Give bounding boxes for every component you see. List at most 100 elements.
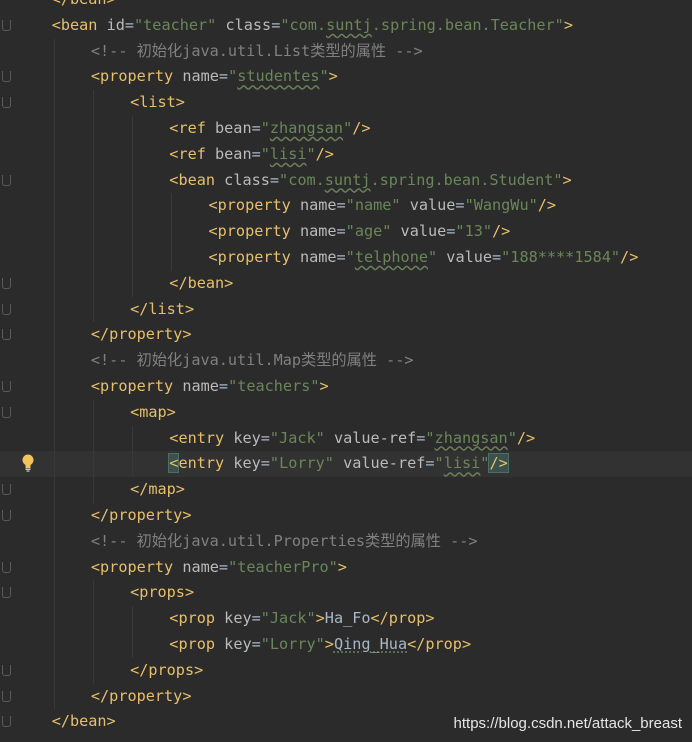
code-line[interactable]: <property name="age" value="13"/> [0, 219, 692, 245]
fold-icon[interactable] [2, 509, 11, 521]
code-text[interactable]: </props> [130, 658, 203, 684]
fold-icon[interactable] [2, 587, 11, 599]
fold-icon[interactable] [2, 561, 11, 573]
fold-icon[interactable] [2, 716, 11, 728]
code-text[interactable]: <map> [130, 400, 176, 426]
fold-icon[interactable] [2, 71, 11, 83]
code-line[interactable]: <property name="teacherPro"> [0, 554, 692, 581]
code-text[interactable]: <ref bean="lisi"/> [169, 142, 334, 168]
code-line[interactable]: </property> [0, 502, 692, 529]
code-line[interactable]: <property name="teachers"> [0, 373, 692, 400]
fold-icon[interactable] [2, 19, 11, 31]
fold-icon[interactable] [2, 484, 11, 496]
code-line[interactable]: <ref bean="lisi"/> [0, 141, 692, 168]
code-token: " [343, 118, 353, 137]
code-line[interactable]: <!-- 初始化java.util.Properties类型的属性 --> [0, 528, 692, 555]
code-text[interactable]: <bean class="com.suntj.spring.bean.Stude… [169, 168, 571, 194]
code-line[interactable]: </bean> [0, 270, 692, 297]
code-token: = [218, 67, 229, 86]
fold-icon[interactable] [2, 329, 11, 341]
lightbulb-icon[interactable] [22, 454, 34, 473]
fold-icon[interactable] [2, 406, 11, 418]
code-line[interactable]: <prop key="Jack">Ha_Fo</prop> [0, 606, 692, 632]
code-token: " [425, 428, 435, 447]
code-token: name [182, 376, 219, 395]
fold-icon[interactable] [2, 97, 11, 109]
code-line[interactable]: <property name="telphone" value="188****… [0, 244, 692, 271]
fold-icon[interactable] [2, 174, 11, 186]
fold-icon[interactable] [2, 664, 11, 676]
code-line[interactable]: <prop key="Lorry">Qing_Hua</prop> [0, 631, 692, 658]
code-token: Ha_Fo [324, 609, 371, 628]
code-token: > [328, 67, 338, 86]
code-text[interactable]: <property name="name" value="WangWu"/> [209, 193, 557, 219]
code-text[interactable]: <property name="age" value="13"/> [209, 219, 511, 245]
code-text[interactable]: </bean> [169, 271, 233, 297]
code-text[interactable]: <entry key="Lorry" value-ref="lisi"/> [168, 451, 509, 477]
indent-guide [53, 657, 55, 684]
code-editor[interactable]: </bean><bean id="teacher" class="com.sun… [0, 0, 692, 742]
code-text[interactable]: </property> [91, 503, 192, 529]
code-text[interactable]: <props> [130, 580, 194, 606]
code-line[interactable]: <!-- 初始化java.util.Map类型的属性 --> [0, 348, 692, 374]
code-line[interactable]: <entry key="Jack" value-ref="zhangsan"/> [0, 425, 692, 452]
code-text[interactable]: </property> [91, 684, 192, 710]
code-line[interactable]: <list> [0, 90, 692, 116]
code-token: value [400, 222, 447, 241]
code-line[interactable]: </props> [0, 657, 692, 684]
code-text[interactable]: <prop key="Lorry">Qing_Hua</prop> [169, 632, 471, 658]
code-text[interactable]: <!-- 初始化java.util.Properties类型的属性 --> [91, 529, 478, 555]
code-text[interactable]: <property name="teachers"> [91, 374, 329, 400]
code-text[interactable]: </bean> [52, 709, 116, 735]
code-line[interactable]: <property name="name" value="WangWu"/> [0, 193, 692, 220]
code-token: </map> [130, 480, 185, 499]
code-token: id [106, 15, 125, 34]
code-token: " [427, 247, 438, 266]
code-token: = [269, 170, 280, 189]
code-token: <!-- 初始化java.util.Map类型的属性 --> [90, 351, 414, 370]
code-token: <prop [169, 634, 225, 653]
code-token: key [233, 454, 261, 473]
code-line[interactable]: <bean id="teacher" class="com.suntj.spri… [0, 13, 692, 39]
indent-guide [53, 141, 55, 168]
code-line[interactable]: </property> [0, 683, 692, 710]
code-token: class [224, 170, 270, 189]
code-text[interactable]: </property> [91, 322, 192, 348]
code-line[interactable]: <ref bean="zhangsan"/> [0, 115, 692, 142]
code-text[interactable]: <bean id="teacher" class="com.suntj.spri… [52, 13, 573, 39]
code-text[interactable]: <!-- 初始化java.util.List类型的属性 --> [91, 39, 423, 65]
code-token: "188****1584" [501, 247, 621, 266]
code-token: > [319, 376, 329, 395]
fold-icon[interactable] [2, 303, 11, 315]
code-line[interactable]: <bean class="com.suntj.spring.bean.Stude… [0, 167, 692, 194]
indent-guide [53, 451, 55, 478]
code-text[interactable]: <!-- 初始化java.util.Map类型的属性 --> [91, 348, 414, 374]
code-line[interactable]: <property name="studentes"> [0, 64, 692, 91]
code-text[interactable]: <property name="studentes"> [91, 64, 338, 90]
code-text[interactable]: <property name="telphone" value="188****… [209, 245, 639, 271]
code-line[interactable]: </bean> [0, 0, 692, 13]
code-line[interactable]: <map> [0, 399, 692, 426]
fold-icon[interactable] [2, 690, 11, 702]
code-text[interactable]: </list> [130, 297, 194, 323]
code-text[interactable]: <entry key="Jack" value-ref="zhangsan"/> [169, 426, 535, 452]
code-line[interactable]: </map> [0, 477, 692, 503]
fold-icon[interactable] [2, 277, 11, 289]
fold-icon[interactable] [2, 380, 11, 392]
code-line[interactable]: </list> [0, 296, 692, 323]
code-line[interactable]: <props> [0, 580, 692, 607]
code-token: = [260, 454, 270, 473]
indent-guide [92, 167, 94, 194]
code-line[interactable]: <entry key="Lorry" value-ref="lisi"/> [0, 451, 692, 478]
code-text[interactable]: <prop key="Jack">Ha_Fo</prop> [169, 606, 434, 632]
code-text[interactable]: <property name="teacherPro"> [91, 555, 347, 581]
code-text[interactable]: </map> [130, 477, 185, 503]
code-area[interactable]: </bean><bean id="teacher" class="com.sun… [0, 0, 692, 735]
code-token: "13" [455, 222, 492, 241]
code-line[interactable]: <!-- 初始化java.util.List类型的属性 --> [0, 38, 692, 65]
code-line[interactable]: </property> [0, 322, 692, 349]
code-text[interactable]: <list> [130, 90, 185, 116]
code-text[interactable]: </bean> [52, 0, 116, 13]
code-text[interactable]: <ref bean="zhangsan"/> [169, 116, 370, 142]
